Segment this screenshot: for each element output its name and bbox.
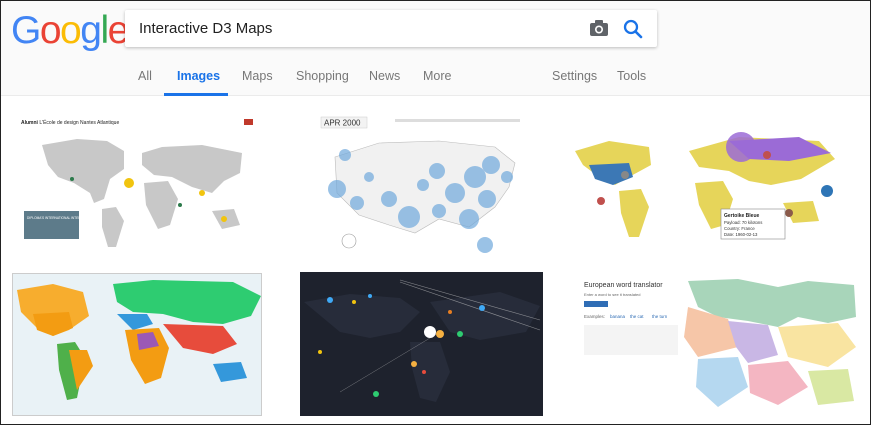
svg-text:Alumni L'École de design Nante: Alumni L'École de design Nantes Atlantiq… xyxy=(21,119,119,126)
tab-more[interactable]: More xyxy=(423,69,451,83)
svg-text:Payload: 70 kilotons: Payload: 70 kilotons xyxy=(724,220,762,225)
svg-text:APR 2000: APR 2000 xyxy=(324,119,361,128)
google-logo[interactable]: Google xyxy=(11,11,129,51)
image-result-2[interactable]: APR 2000 xyxy=(319,107,531,261)
header: Google All Images Maps Shopping News Mor… xyxy=(1,1,870,96)
image-result-5[interactable] xyxy=(300,272,543,416)
search-box xyxy=(125,10,657,47)
tab-images[interactable]: Images xyxy=(177,69,220,83)
tab-all[interactable]: All xyxy=(138,69,152,83)
search-input[interactable] xyxy=(139,10,579,47)
svg-text:Date: 1960-02-13: Date: 1960-02-13 xyxy=(724,232,758,237)
search-icon[interactable] xyxy=(622,18,644,40)
active-tab-indicator xyxy=(164,93,228,96)
image-result-3[interactable]: Gertoike Bleue Payload: 70 kilotons Coun… xyxy=(569,125,840,245)
camera-icon[interactable] xyxy=(588,18,610,38)
svg-text:European word translator: European word translator xyxy=(584,282,663,289)
svg-text:Enter a word to see it transla: Enter a word to see it translated xyxy=(584,292,640,297)
svg-text:banana: banana xyxy=(610,314,626,319)
tab-tools[interactable]: Tools xyxy=(617,69,646,83)
svg-text:the cat: the cat xyxy=(630,314,644,319)
tab-maps[interactable]: Maps xyxy=(242,69,273,83)
image-result-1[interactable]: Alumni L'École de design Nantes Atlantiq… xyxy=(12,107,262,257)
tab-shopping[interactable]: Shopping xyxy=(296,69,349,83)
svg-text:Gertoike Bleue: Gertoike Bleue xyxy=(724,213,760,219)
image-result-6[interactable]: European word translator Enter a word to… xyxy=(578,277,858,411)
tab-bar: All Images Maps Shopping News More Setti… xyxy=(1,63,870,96)
svg-text:Examples:: Examples: xyxy=(584,314,605,319)
svg-text:DIPLOMA'S INTERNATIONAL INTERN: DIPLOMA'S INTERNATIONAL INTERNSHIPS xyxy=(27,216,92,220)
svg-text:the turn: the turn xyxy=(652,314,668,319)
svg-text:Country: France: Country: France xyxy=(724,226,755,231)
image-result-4[interactable] xyxy=(12,273,262,416)
tab-settings[interactable]: Settings xyxy=(552,69,597,83)
tab-news[interactable]: News xyxy=(369,69,400,83)
